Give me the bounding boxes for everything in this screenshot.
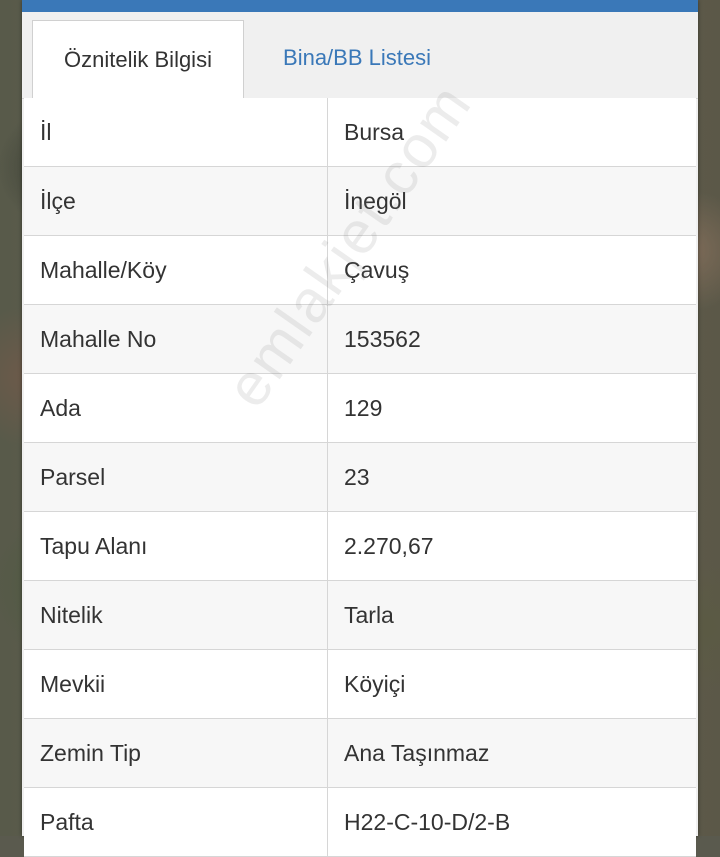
row-value: Çavuş <box>344 256 410 283</box>
row-value: 153562 <box>344 325 421 352</box>
table-row: Ada 129 <box>24 374 696 443</box>
row-key: Zemin Tip <box>24 719 328 787</box>
attribute-info-panel: Öznitelik Bilgisi Bina/BB Listesi İl Bur… <box>22 0 698 857</box>
row-value: H22-C-10-D/2-B <box>344 808 511 835</box>
tab-building-list[interactable]: Bina/BB Listesi <box>242 20 472 96</box>
table-row: Mahalle/Köy Çavuş <box>24 236 696 305</box>
table-row: Mahalle No 153562 <box>24 305 696 374</box>
row-key: Mahalle No <box>24 305 328 373</box>
row-key: Mahalle/Köy <box>24 236 328 304</box>
tab-attribute-info[interactable]: Öznitelik Bilgisi <box>32 20 244 99</box>
row-value: 23 <box>344 463 370 490</box>
row-value: Tarla <box>344 601 394 628</box>
row-value: 2.270,67 <box>344 532 434 559</box>
table-row: Zemin Tip Ana Taşınmaz <box>24 719 696 788</box>
tab-bar: Öznitelik Bilgisi Bina/BB Listesi <box>22 12 698 99</box>
row-key: İl <box>24 98 328 166</box>
row-value: 129 <box>344 394 383 421</box>
row-key: Parsel <box>24 443 328 511</box>
row-key: Pafta <box>24 788 328 856</box>
row-value: Bursa <box>344 118 405 145</box>
table-row: Parsel 23 <box>24 443 696 512</box>
row-value: Köyiçi <box>344 670 406 697</box>
table-row: İlçe İnegöl <box>24 167 696 236</box>
row-value: İnegöl <box>344 187 407 214</box>
row-value: Ana Taşınmaz <box>344 739 490 766</box>
row-key: Mevkii <box>24 650 328 718</box>
table-row: Tapu Alanı 2.270,67 <box>24 512 696 581</box>
row-key: Tapu Alanı <box>24 512 328 580</box>
row-key: Nitelik <box>24 581 328 649</box>
table-row: Pafta H22-C-10-D/2-B <box>24 788 696 857</box>
attribute-table: İl Bursa İlçe İnegöl Mahalle/Köy Çavuş M… <box>24 98 696 857</box>
panel-header-bar <box>22 0 698 12</box>
table-row: İl Bursa <box>24 98 696 167</box>
row-key: Ada <box>24 374 328 442</box>
table-row: Nitelik Tarla <box>24 581 696 650</box>
row-key: İlçe <box>24 167 328 235</box>
table-row: Mevkii Köyiçi <box>24 650 696 719</box>
